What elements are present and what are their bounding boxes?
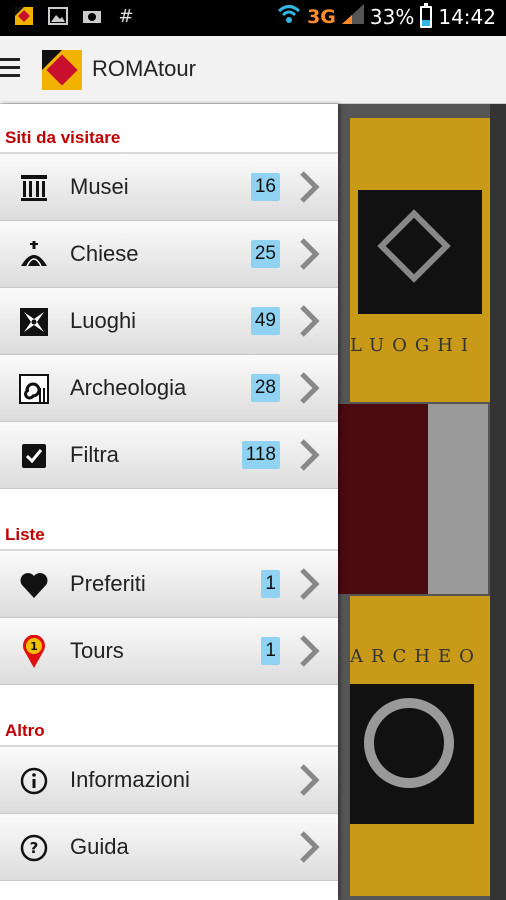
svg-text:?: ? (30, 839, 39, 857)
svg-text:1: 1 (30, 640, 38, 653)
count-badge: 25 (250, 240, 280, 268)
places-icon (18, 306, 50, 338)
church-icon (18, 239, 50, 271)
count-badge: 1 (261, 637, 280, 665)
drawer-item-informazioni[interactable]: Informazioni (0, 747, 338, 814)
drawer-item-label: Archeologia (70, 375, 187, 400)
checkbox-icon (18, 440, 50, 472)
count-badge: 118 (241, 441, 280, 469)
drawer-item-chiese[interactable]: Chiese 25 (0, 221, 338, 288)
section-title: Altro (5, 721, 45, 740)
app-logo-corner (42, 50, 62, 70)
drawer-item-label: Informazioni (70, 767, 190, 792)
drawer-item-label: Preferiti (70, 571, 146, 596)
count-badge: 16 (250, 173, 280, 201)
chevron-right-icon (300, 635, 320, 667)
category-tile-archeo[interactable]: ARCHEO (350, 596, 490, 896)
section-title: Siti da visitare (5, 128, 121, 147)
drawer-item-label: Tours (70, 638, 124, 663)
drawer-item-musei[interactable]: Musei 16 (0, 154, 338, 221)
chevron-right-icon (300, 171, 320, 203)
section-header: Altro (0, 707, 338, 747)
drawer-item-preferiti[interactable]: Preferiti 1 (0, 551, 338, 618)
chevron-right-icon (300, 764, 320, 796)
background-edge (490, 104, 506, 900)
background-band (428, 404, 488, 594)
battery-icon (420, 2, 433, 28)
battery-percent: 33% (369, 4, 415, 29)
count-badge: 1 (261, 570, 280, 598)
drawer-item-label: Luoghi (70, 308, 137, 333)
network-type: 3G (307, 5, 336, 28)
navigation-drawer: Siti da visitare Musei 16 Chiese 25 Luog… (0, 104, 338, 900)
main-content-behind-drawer: LUOGHI ARCHEO (338, 104, 506, 900)
drawer-item-luoghi[interactable]: Luoghi 49 (0, 288, 338, 355)
tile-label: LUOGHI (350, 335, 477, 356)
section-title: Liste (5, 525, 45, 544)
drawer-item-filtra[interactable]: Filtra 118 (0, 422, 338, 489)
museum-icon (18, 172, 50, 204)
chevron-right-icon (300, 305, 320, 337)
hash-icon: # (118, 5, 134, 27)
drawer-item-label: Chiese (70, 241, 139, 266)
chevron-right-icon (300, 238, 320, 270)
app-bar: ROMAtour (0, 36, 506, 104)
hamburger-icon[interactable] (0, 58, 20, 80)
help-icon: ? (18, 832, 50, 864)
chevron-right-icon (300, 439, 320, 471)
heart-icon (18, 569, 50, 601)
drawer-item-guida[interactable]: ? Guida (0, 814, 338, 881)
category-tile-luoghi[interactable]: LUOGHI (350, 118, 490, 402)
places-emblem (358, 190, 482, 314)
drawer-item-archeologia[interactable]: Archeologia 28 (0, 355, 338, 422)
wifi-icon (277, 4, 301, 29)
section-header: Siti da visitare (0, 104, 338, 154)
map-pin-icon: 1 (18, 635, 50, 668)
chevron-right-icon (300, 568, 320, 600)
info-icon (18, 765, 50, 797)
tile-label: ARCHEO (350, 646, 482, 667)
camera-icon (82, 6, 102, 26)
chevron-right-icon (300, 831, 320, 863)
drawer-item-label: Musei (70, 174, 129, 199)
clock: 14:42 (438, 4, 496, 29)
signal-icon (341, 4, 364, 29)
drawer-item-label: Filtra (70, 442, 119, 467)
background-band (338, 404, 428, 594)
drawer-item-label: Guida (70, 834, 129, 859)
archaeology-icon (18, 373, 50, 405)
archaeology-emblem (350, 684, 474, 824)
app-title: ROMAtour (92, 56, 196, 81)
status-bar: # 3G 33% 14:42 (0, 0, 506, 36)
chevron-right-icon (300, 372, 320, 404)
drawer-item-tours[interactable]: 1 Tours 1 (0, 618, 338, 685)
section-header: Liste (0, 511, 338, 551)
count-badge: 28 (250, 374, 280, 402)
image-icon (48, 6, 68, 26)
app-notification-icon (14, 6, 34, 26)
count-badge: 49 (250, 307, 280, 335)
